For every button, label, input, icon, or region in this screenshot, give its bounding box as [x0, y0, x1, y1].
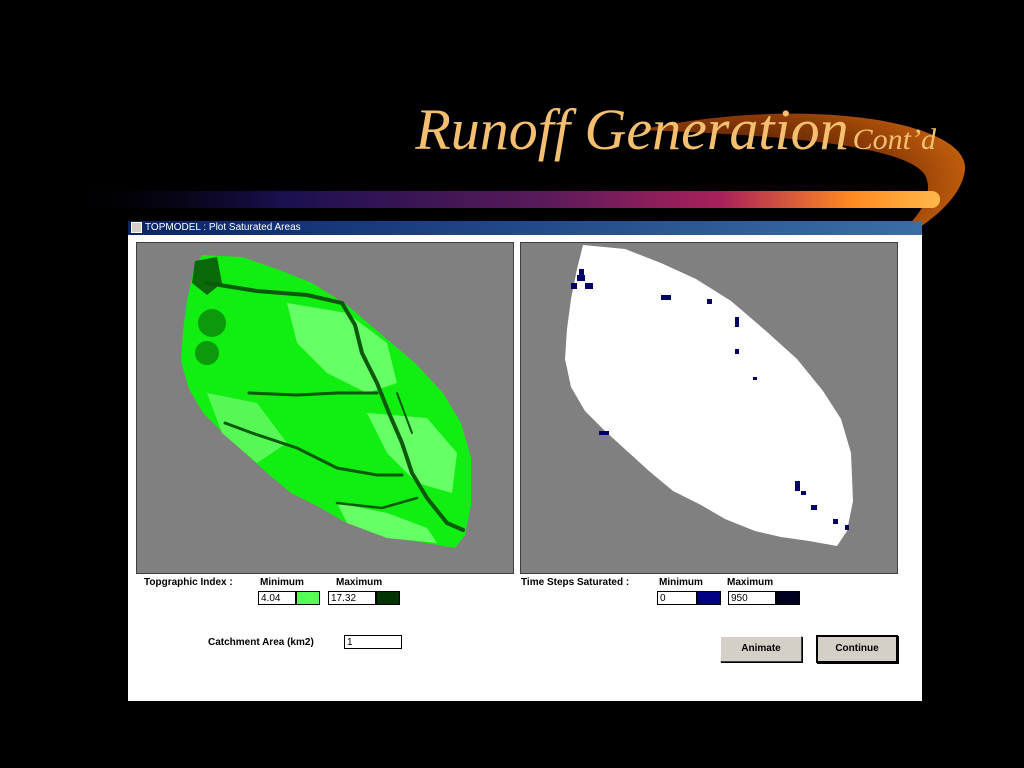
- topo-min-swatch: [296, 591, 320, 605]
- topo-hollow-2: [195, 341, 219, 365]
- topographic-index-map: [136, 242, 514, 574]
- topo-min-value: 4.04: [258, 591, 296, 605]
- saturated-cell: [753, 377, 757, 380]
- saturated-cell: [735, 317, 739, 327]
- saturated-cell: [735, 349, 739, 354]
- time-steps-label: Time Steps Saturated :: [521, 577, 630, 588]
- catchment-area-input[interactable]: 1: [344, 635, 402, 649]
- continue-button[interactable]: Continue: [816, 635, 898, 663]
- saturated-cell: [801, 491, 806, 495]
- saturated-cell: [833, 519, 838, 524]
- catchment-shape-saturation: [565, 245, 853, 546]
- window-titlebar[interactable]: TOPMODEL : Plot Saturated Areas: [128, 221, 922, 235]
- window-app-icon: [131, 221, 142, 233]
- catchment-area-label: Catchment Area (km2): [208, 637, 314, 648]
- topo-max-label: Maximum: [336, 577, 383, 588]
- saturated-areas-plot: [565, 245, 853, 546]
- saturated-cell: [571, 283, 577, 289]
- topmodel-window: TOPMODEL : Plot Saturated Areas Topgraph…: [128, 221, 922, 701]
- time-min-value: 0: [657, 591, 697, 605]
- window-title: TOPMODEL : Plot Saturated Areas: [145, 222, 301, 233]
- topographic-index-plot: [181, 255, 471, 548]
- saturated-areas-map: [520, 242, 898, 574]
- time-max-label: Maximum: [727, 577, 774, 588]
- time-min-label: Minimum: [659, 577, 703, 588]
- slide-title-main: Runoff Generation: [415, 97, 849, 162]
- topographic-index-label: Topgraphic Index :: [144, 577, 233, 588]
- topo-hollow-1: [198, 309, 226, 337]
- time-max-value: 950: [728, 591, 776, 605]
- animate-button[interactable]: Animate: [720, 636, 802, 662]
- topo-max-value: 17.32: [328, 591, 376, 605]
- time-min-swatch: [697, 591, 721, 605]
- saturated-cell: [577, 275, 585, 281]
- saturated-cell: [707, 299, 712, 304]
- topo-min-label: Minimum: [260, 577, 304, 588]
- saturated-cell: [661, 295, 671, 300]
- topo-max-swatch: [376, 591, 400, 605]
- saturated-cell: [795, 481, 800, 491]
- saturated-cell: [585, 283, 593, 289]
- time-max-swatch: [776, 591, 800, 605]
- slide-title: Runoff Generation Cont’d: [415, 96, 936, 163]
- saturated-cell: [845, 525, 849, 530]
- saturated-cell: [579, 269, 584, 275]
- slide-title-sub: Cont’d: [852, 123, 936, 156]
- saturated-cell: [599, 431, 609, 435]
- saturated-cell: [811, 505, 817, 510]
